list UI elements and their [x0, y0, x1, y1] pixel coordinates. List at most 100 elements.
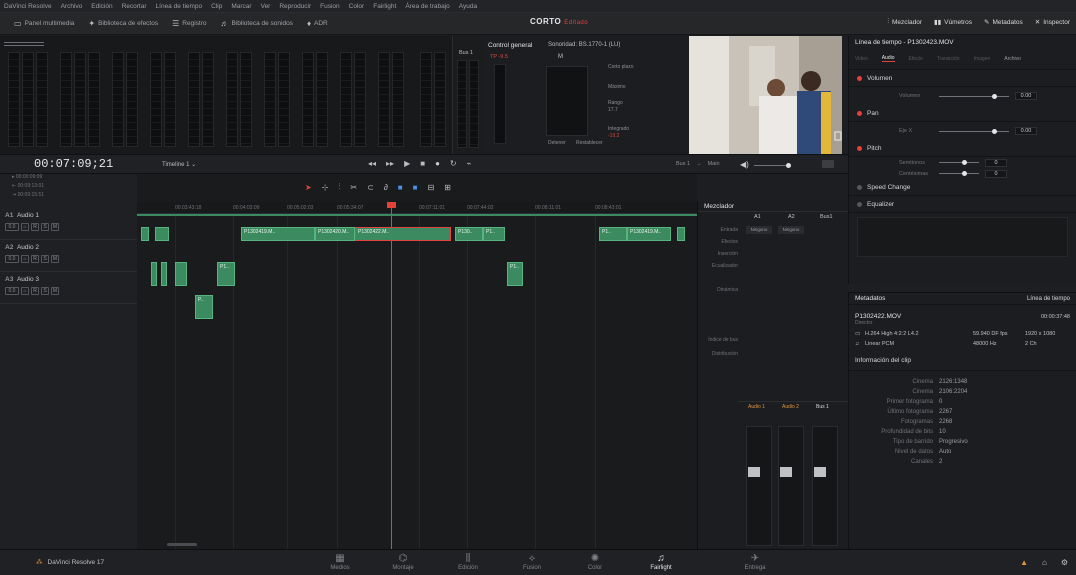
speaker-icon[interactable]: ◀): [740, 160, 749, 169]
clip[interactable]: [175, 262, 187, 286]
timeline-selector[interactable]: Timeline 1 ⌄: [162, 161, 196, 168]
index-button[interactable]: ☰ Registro: [172, 19, 206, 28]
timeline-area[interactable]: ➤ ⊹ ⫶ ✂ ⊂ ∂ ■ ■ ⊟ ⊞ 00:03:43:18 00:04:03…: [137, 174, 697, 549]
forward-icon[interactable]: ▸▸: [386, 159, 394, 168]
menu-davinci[interactable]: DaVinci Resolve: [4, 3, 52, 10]
play-icon[interactable]: ▶: [404, 159, 410, 168]
mute-button[interactable]: M: [51, 287, 59, 295]
media-pool-button[interactable]: ▭ Panel multimedia: [14, 19, 74, 28]
speed-change-section[interactable]: Speed Change: [849, 179, 1076, 196]
fader-knob-a1[interactable]: [748, 467, 760, 477]
tab-image[interactable]: Imagen: [974, 56, 991, 62]
clip[interactable]: P1..: [217, 262, 235, 286]
track-volume[interactable]: 0.0: [5, 255, 19, 263]
fader-knob-a2[interactable]: [780, 467, 792, 477]
menu-marcar[interactable]: Marcar: [231, 3, 251, 10]
timeline-ruler[interactable]: 00:03:43:18 00:04:03:09 00:05:02:03 00:0…: [137, 202, 697, 214]
range-tool-icon[interactable]: ⊹: [322, 183, 329, 192]
menu-clip[interactable]: Clip: [211, 3, 222, 10]
split-tool-icon[interactable]: ⫶: [338, 182, 340, 192]
pan-value[interactable]: 0.00: [1015, 127, 1037, 135]
page-tab-cut[interactable]: ⌬ Montaje: [388, 553, 418, 571]
clip[interactable]: P1302419.M..: [241, 227, 315, 241]
sound-library-button[interactable]: ♬ Biblioteca de sonidos: [221, 19, 293, 28]
lock-icon[interactable]: ⌂: [21, 287, 29, 295]
mute-button[interactable]: M: [51, 223, 59, 231]
solo-button[interactable]: S: [41, 223, 49, 231]
page-tab-edit[interactable]: ⫼ Edición: [453, 553, 483, 571]
menu-recortar[interactable]: Recortar: [122, 3, 147, 10]
tab-transition[interactable]: Transición: [937, 56, 960, 62]
rewind-icon[interactable]: ◂◂: [368, 159, 376, 168]
fader-bus1[interactable]: [812, 426, 838, 546]
horizontal-scrollbar[interactable]: [167, 543, 197, 546]
dim-button[interactable]: [822, 160, 834, 168]
fader-knob-bus1[interactable]: [814, 467, 826, 477]
track-volume[interactable]: 0.0: [5, 223, 19, 231]
reset-button[interactable]: Restablecer: [576, 140, 603, 146]
input-select-a2[interactable]: Ninguno: [778, 226, 804, 234]
record-arm-button[interactable]: R: [31, 223, 39, 231]
page-tab-fusion[interactable]: ⟡ Fusion: [517, 553, 547, 571]
pan-section[interactable]: Pan: [849, 105, 1076, 122]
playhead-handle[interactable]: [387, 202, 396, 208]
page-tab-deliver[interactable]: ✈ Entrega: [740, 553, 770, 571]
clip[interactable]: P1302419.M..: [627, 227, 671, 241]
menu-workspace[interactable]: Área de trabajo: [405, 3, 449, 10]
track-a3[interactable]: A3 Audio 3 0.0 ⌂ R S M: [0, 272, 137, 304]
video-viewer[interactable]: [689, 36, 842, 154]
volume-value[interactable]: 0.00: [1015, 92, 1037, 100]
fader-a2[interactable]: [778, 426, 804, 546]
clip-selected[interactable]: P1302422.M..: [355, 227, 451, 241]
clip[interactable]: [155, 227, 169, 241]
tab-video[interactable]: Video: [855, 56, 868, 62]
loop-icon[interactable]: ↻: [450, 159, 457, 168]
cents-value[interactable]: 0: [985, 169, 1007, 178]
razor-icon[interactable]: ✂: [350, 183, 357, 192]
adr-button[interactable]: ♦ ADR: [307, 19, 328, 28]
zoom-detail-icon[interactable]: ⊞: [444, 183, 451, 192]
volume-section[interactable]: Volumen: [849, 70, 1076, 87]
tab-file[interactable]: Archivo: [1004, 56, 1021, 62]
marker-icon[interactable]: ■: [413, 183, 418, 192]
solo-button[interactable]: S: [41, 255, 49, 263]
pitch-section[interactable]: Pitch: [849, 140, 1076, 157]
tab-meters[interactable]: ▮▮ Vúmetros: [934, 18, 972, 27]
page-tab-media[interactable]: ▦ Medios: [325, 553, 355, 571]
tab-effect[interactable]: Efecto: [909, 56, 923, 62]
track-name[interactable]: Audio 2: [17, 244, 39, 251]
playhead[interactable]: [391, 202, 392, 549]
eq-graph[interactable]: [857, 217, 1068, 257]
track-a2[interactable]: A2 Audio 2 0.0 ⌂ R S M: [0, 240, 137, 272]
warning-icon[interactable]: ▲: [1020, 558, 1028, 567]
equalizer-section[interactable]: Equalizer: [849, 196, 1076, 213]
input-select-a1[interactable]: Ninguno: [746, 226, 772, 234]
lock-icon[interactable]: ⌂: [21, 255, 29, 263]
menu-ayuda[interactable]: Ayuda: [459, 3, 477, 10]
clip[interactable]: P1302420.M..: [315, 227, 355, 241]
link-icon[interactable]: ∂: [384, 183, 388, 192]
record-arm-button[interactable]: R: [31, 255, 39, 263]
tab-audio[interactable]: Audio: [881, 55, 895, 62]
record-arm-button[interactable]: R: [31, 287, 39, 295]
page-tab-fairlight[interactable]: ♫ Fairlight: [646, 553, 676, 571]
menu-color[interactable]: Color: [349, 3, 365, 10]
stop-icon[interactable]: ■: [420, 159, 425, 168]
clip[interactable]: P130..: [455, 227, 483, 241]
pointer-tool-icon[interactable]: ➤: [305, 183, 312, 192]
lock-icon[interactable]: ⌂: [21, 223, 29, 231]
metadata-tab-timeline[interactable]: Línea de tiempo: [1027, 296, 1070, 302]
clip[interactable]: [161, 262, 167, 286]
page-tab-color[interactable]: ✺ Color: [580, 553, 610, 571]
monitor-volume-slider[interactable]: [754, 165, 788, 166]
enable-dot[interactable]: [857, 201, 862, 207]
menu-edicion[interactable]: Edición: [91, 3, 112, 10]
menu-ver[interactable]: Ver: [261, 3, 271, 10]
enable-dot[interactable]: [857, 75, 862, 81]
track-name[interactable]: Audio 3: [17, 276, 39, 283]
tab-metadata[interactable]: ✎ Metadatos: [984, 18, 1023, 27]
semitones-value[interactable]: 0: [985, 158, 1007, 167]
record-icon[interactable]: ●: [435, 159, 440, 168]
bypass-icon[interactable]: ⌁: [467, 159, 472, 168]
solo-button[interactable]: S: [41, 287, 49, 295]
